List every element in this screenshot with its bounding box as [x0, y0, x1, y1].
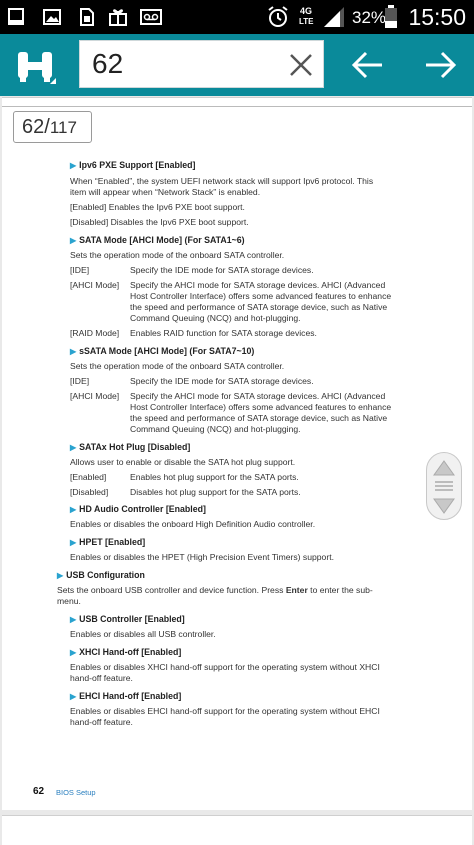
paragraph: When “Enabled”, the system UEFI network …	[70, 176, 374, 186]
voicemail-notification-icon	[140, 9, 162, 25]
paragraph: item will appear when “Network Stack” is…	[70, 187, 261, 197]
option-key: [IDE]	[70, 265, 90, 275]
paragraph: Sets the operation mode of the onboard S…	[70, 250, 285, 260]
scroll-grip-icon[interactable]	[433, 480, 455, 492]
search-box	[79, 40, 324, 88]
section-heading-hd-audio: ▶ HD Audio Controller [Enabled]	[70, 504, 206, 514]
paragraph: menu.	[57, 596, 81, 606]
option-desc: Disables hot plug support for the SATA p…	[130, 487, 301, 497]
paragraph: Enables or disables the onboard High Def…	[70, 519, 316, 529]
paragraph: Enables or disables XHCI hand-off suppor…	[70, 662, 380, 672]
paragraph: [Disabled] Disables the Ipv6 PXE boot su…	[70, 217, 249, 227]
battery-percent: 32%	[352, 8, 387, 27]
status-bar: 4G LTE 32% 15:50	[0, 0, 474, 34]
paragraph: Sets the operation mode of the onboard S…	[70, 361, 285, 371]
scroll-down-icon[interactable]	[431, 495, 457, 517]
paragraph: hand-off feature.	[70, 673, 133, 683]
paragraph: hand-off feature.	[70, 717, 133, 727]
alarm-icon	[268, 6, 288, 27]
app-toolbar	[0, 34, 474, 96]
scroll-up-icon[interactable]	[431, 457, 457, 479]
paragraph: [Enabled] Enables the Ipv6 PXE boot supp…	[70, 202, 245, 212]
section-heading-sata-mode: ▶ SATA Mode [AHCI Mode] (For SATA1~6)	[70, 235, 245, 245]
paragraph: Sets the onboard USB controller and devi…	[57, 585, 373, 595]
paragraph: Enables or disables EHCI hand-off suppor…	[70, 706, 380, 716]
option-key: [AHCI Mode]	[70, 280, 120, 290]
option-desc: Enables RAID function for SATA storage d…	[130, 328, 317, 338]
next-result-arrow-icon[interactable]	[420, 48, 460, 82]
option-desc: Specify the AHCI mode for SATA storage d…	[130, 391, 392, 434]
section-heading-ssata-mode: ▶ sSATA Mode [AHCI Mode] (For SATA7~10)	[70, 346, 255, 356]
option-desc: Specify the IDE mode for SATA storage de…	[130, 376, 314, 386]
option-key: [Disabled]	[70, 487, 109, 497]
bullet-arrow-icon: ▶	[70, 347, 77, 356]
previous-result-arrow-icon[interactable]	[348, 48, 388, 82]
bullet-arrow-icon: ▶	[70, 538, 77, 547]
clock-time: 15:50	[408, 4, 466, 30]
bullet-arrow-icon: ▶	[57, 571, 64, 580]
option-key: [RAID Mode]	[70, 328, 120, 338]
svg-text:4G: 4G	[300, 6, 312, 16]
paragraph: Allows user to enable or disable the SAT…	[70, 457, 296, 467]
option-desc: Specify the IDE mode for SATA storage de…	[130, 265, 314, 275]
bullet-arrow-icon: ▶	[70, 236, 77, 245]
download-notification-icon	[8, 8, 24, 25]
bullet-arrow-icon: ▶	[70, 648, 77, 657]
bullet-arrow-icon: ▶	[70, 161, 77, 170]
svg-text:LTE: LTE	[299, 17, 314, 26]
bullet-arrow-icon: ▶	[70, 443, 77, 452]
image-notification-icon	[43, 9, 61, 25]
next-document-page[interactable]	[2, 815, 472, 845]
scroll-widget	[426, 452, 462, 520]
paragraph: Enables or disables all USB controller.	[70, 629, 216, 639]
section-heading-xhci-hand-off: ▶ XHCI Hand-off [Enabled]	[70, 647, 182, 657]
bullet-arrow-icon: ▶	[70, 615, 77, 624]
paragraph: Enables or disables the HPET (High Preci…	[70, 552, 334, 562]
bullet-arrow-icon: ▶	[70, 692, 77, 701]
section-heading-hot-plug: ▶ SATAx Hot Plug [Disabled]	[70, 442, 191, 452]
option-key: [IDE]	[70, 376, 90, 386]
page-counter: 62/117	[13, 111, 92, 143]
bullet-arrow-icon: ▶	[70, 505, 77, 514]
section-heading-ipv6: ▶ Ipv6 PXE Support [Enabled]	[70, 160, 196, 170]
option-desc: Specify the AHCI mode for SATA storage d…	[130, 280, 392, 323]
footer-page-number: 62	[33, 786, 45, 797]
clear-search-icon[interactable]	[287, 51, 315, 79]
network-lte-icon: 4G LTE	[299, 6, 314, 26]
search-input[interactable]	[92, 48, 282, 80]
section-heading-ehci-hand-off: ▶ EHCI Hand-off [Enabled]	[70, 691, 182, 701]
page-divider	[2, 106, 472, 107]
option-desc: Enables hot plug support for the SATA po…	[130, 472, 299, 482]
option-key: [AHCI Mode]	[70, 391, 120, 401]
section-heading-usb-configuration: ▶ USB Configuration	[57, 570, 145, 580]
signal-strength-icon	[324, 7, 344, 27]
current-page-number: 62/	[22, 116, 50, 138]
option-key: [Enabled]	[70, 472, 107, 482]
section-heading-hpet: ▶ HPET [Enabled]	[70, 537, 146, 547]
sim-notification-icon	[80, 8, 94, 26]
total-page-count: 117	[49, 118, 77, 137]
gift-notification-icon	[109, 9, 127, 26]
footer-section-title: BIOS Setup	[56, 788, 96, 797]
document-page[interactable]: 62/117 ▶ Ipv6 PXE Support [Enabled] When …	[2, 97, 472, 810]
app-logo-icon[interactable]	[14, 46, 58, 86]
section-heading-usb-controller: ▶ USB Controller [Enabled]	[70, 614, 185, 624]
battery-icon	[385, 5, 397, 28]
